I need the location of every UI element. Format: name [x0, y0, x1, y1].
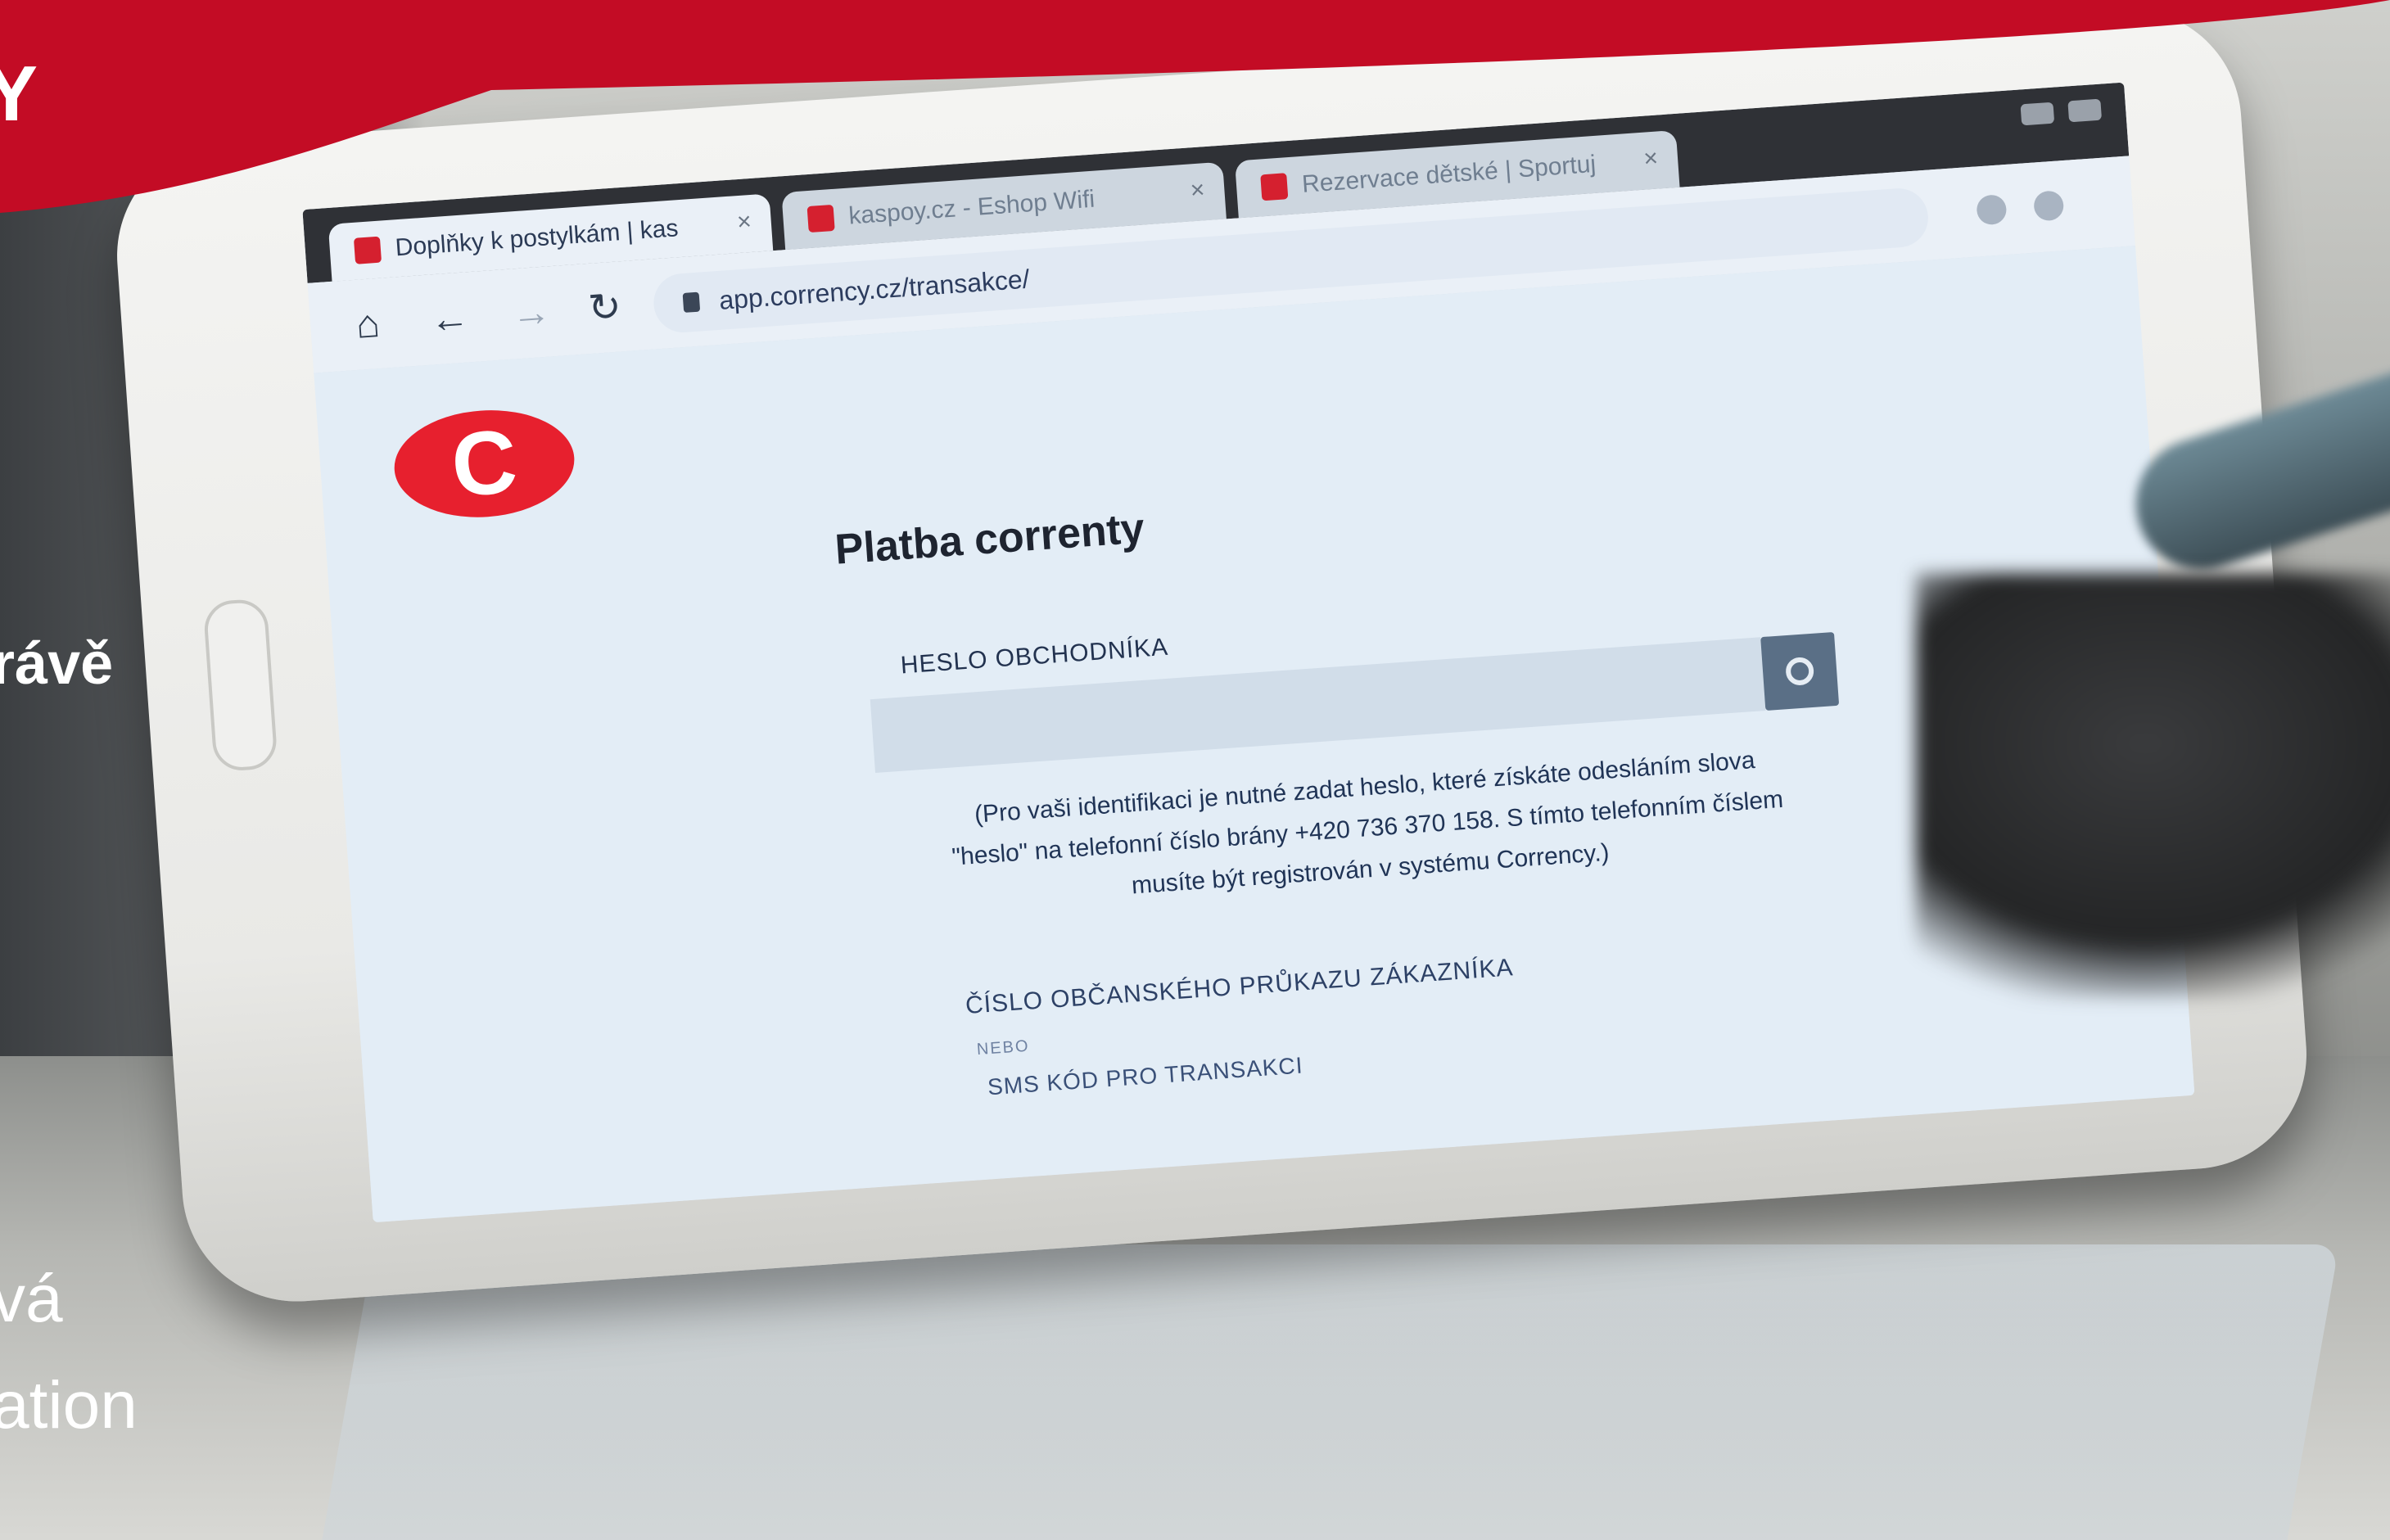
web-page: C Platba correnty HESLO OBCHODNÍKA (Pro … [314, 246, 2195, 1223]
back-icon[interactable]: ← [423, 293, 476, 345]
home-button [202, 598, 278, 773]
eye-icon [1784, 656, 1815, 687]
headline-fragment: rávě [0, 631, 114, 697]
reload-icon[interactable]: ↻ [579, 282, 631, 335]
or-label: NEBO [976, 1036, 1031, 1059]
reveal-password-button[interactable] [1760, 631, 1840, 711]
banner-shape [0, 0, 2390, 213]
red-banner [0, 0, 2390, 221]
page-title: Platba correnty [833, 504, 1146, 574]
url-text: app.corrency.cz/transakce/ [718, 263, 1031, 315]
tablet-screen: Doplňky k postylkám | kas × kaspoy.cz - … [302, 82, 2195, 1223]
help-text: (Pro vaši identifikaci je nutné zadat he… [951, 747, 1785, 900]
forward-icon[interactable]: → [505, 287, 558, 340]
corrency-logo: C [391, 404, 578, 523]
sms-code-label: SMS KÓD PRO TRANSAKCI [987, 1052, 1304, 1100]
password-label: HESLO OBCHODNÍKA [899, 633, 1170, 680]
lock-icon [682, 291, 701, 313]
favicon-icon [353, 236, 382, 264]
id-card-label: ČÍSLO OBČANSKÉHO PRŮKAZU ZÁKAZNÍKA [965, 954, 1515, 1019]
tab-label: Doplňky k postylkám | kas [394, 215, 680, 262]
brand-logo-fragment: Y [0, 50, 40, 138]
body-fragment-1: vá [0, 1262, 63, 1336]
hand-blur [1916, 573, 2390, 999]
logo-letter: C [448, 410, 521, 517]
photo-scene: Doplňky k postylkám | kas × kaspoy.cz - … [0, 0, 2390, 1540]
tablet-reflection [313, 1244, 2340, 1540]
body-fragment-2: ation [0, 1368, 138, 1443]
home-icon[interactable]: ⌂ [341, 299, 394, 351]
